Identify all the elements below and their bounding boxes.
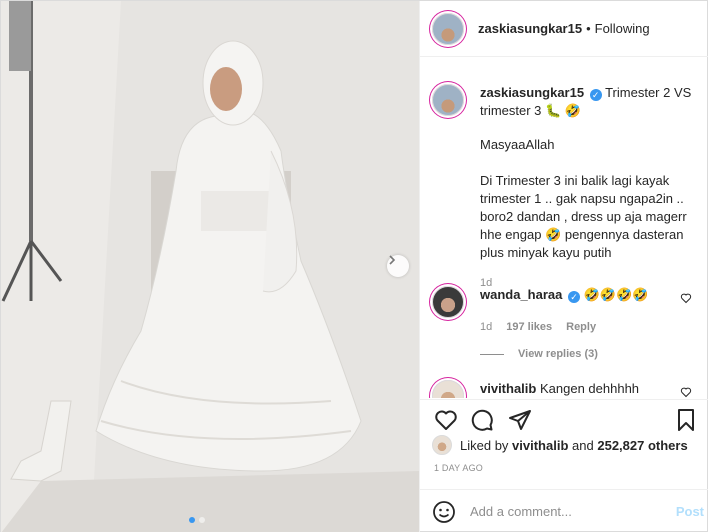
comment-avatar[interactable] (432, 380, 464, 398)
comment-item: vivithalib Kangen dehhhhh (432, 380, 702, 398)
post-actions (420, 399, 708, 439)
paper-plane-icon[interactable] (508, 408, 532, 432)
caption-avatar[interactable] (432, 84, 464, 116)
comment-avatar[interactable] (432, 286, 464, 318)
comment-body: wanda_haraa ✓ 🤣🤣🤣🤣 1d 197 likes Reply (480, 286, 702, 336)
add-comment-bar: Post (420, 489, 708, 532)
comments-list[interactable]: zaskiasungkar15 ✓ Trimester 2 VS trimest… (420, 58, 708, 398)
caption-line2: MasyaaAllah (480, 137, 555, 152)
post-date: 1 DAY AGO (434, 463, 483, 473)
chevron-right-icon (389, 255, 396, 265)
header-separator: • (586, 21, 591, 36)
likes-prefix: Liked by (460, 437, 509, 453)
comment-age: 1d (480, 321, 493, 333)
caption-emojis: 🐛 🤣 (545, 103, 582, 118)
likes-summary: Liked by vivithalib and 252,827 others (432, 435, 688, 455)
author-username[interactable]: zaskiasungkar15 (478, 21, 582, 36)
comment-text: 🤣🤣🤣🤣 (583, 287, 649, 302)
verified-badge-icon: ✓ (589, 89, 602, 101)
post-modal: zaskiasungkar15 • Following zaskiasungka… (0, 0, 708, 532)
caption-line3-wrap: Di Trimester 3 ini balik lagi kayak trim… (480, 172, 702, 262)
post-comment-button[interactable]: Post (676, 504, 704, 519)
view-replies-label: View replies (3) (518, 348, 598, 360)
carousel-dot (199, 517, 205, 523)
comment-username[interactable]: vivithalib (480, 381, 536, 396)
heart-icon[interactable] (434, 408, 458, 432)
comment-item: wanda_haraa ✓ 🤣🤣🤣🤣 1d 197 likes Reply (432, 286, 702, 336)
author-avatar[interactable] (432, 12, 464, 45)
carousel-dot-active (189, 517, 195, 523)
caption-line3-emoji: 🤣 (545, 227, 562, 242)
comment-likes-count[interactable]: 197 likes (506, 318, 552, 336)
carousel-indicator (189, 517, 205, 523)
view-replies-button[interactable]: View replies (3) (480, 348, 598, 360)
smile-icon[interactable] (432, 500, 456, 524)
add-comment-input[interactable] (470, 504, 660, 519)
caption-item: zaskiasungkar15 ✓ Trimester 2 VS trimest… (432, 84, 702, 292)
likes-connector: and (572, 437, 594, 453)
following-button[interactable]: Following (595, 21, 650, 36)
reply-button[interactable]: Reply (566, 318, 596, 336)
post-photo[interactable] (1, 1, 419, 532)
likes-text: Liked by vivithalib and 252,827 others (460, 438, 688, 453)
caption-username[interactable]: zaskiasungkar15 (480, 85, 584, 100)
caption-body: zaskiasungkar15 ✓ Trimester 2 VS trimest… (480, 84, 702, 292)
comment-username[interactable]: wanda_haraa (480, 287, 562, 302)
post-header: zaskiasungkar15 • Following (420, 1, 708, 57)
comment-meta: 1d 197 likes Reply (480, 318, 702, 336)
comment-text: Kangen dehhhhh (539, 381, 640, 396)
bookmark-icon[interactable] (674, 408, 698, 432)
replies-divider (480, 353, 504, 355)
comment-icon[interactable] (470, 408, 494, 432)
photo-illustration (1, 1, 419, 532)
liker-username[interactable]: vivithalib (512, 438, 568, 453)
verified-badge-icon: ✓ (568, 291, 580, 303)
heart-icon[interactable] (680, 386, 692, 398)
likes-others-count[interactable]: 252,827 others (597, 438, 687, 453)
post-sidebar: zaskiasungkar15 • Following zaskiasungka… (419, 1, 708, 532)
next-photo-button[interactable] (387, 255, 409, 277)
liker-avatar[interactable] (432, 435, 452, 455)
comment-body: vivithalib Kangen dehhhhh (480, 380, 702, 398)
heart-icon[interactable] (680, 292, 692, 304)
